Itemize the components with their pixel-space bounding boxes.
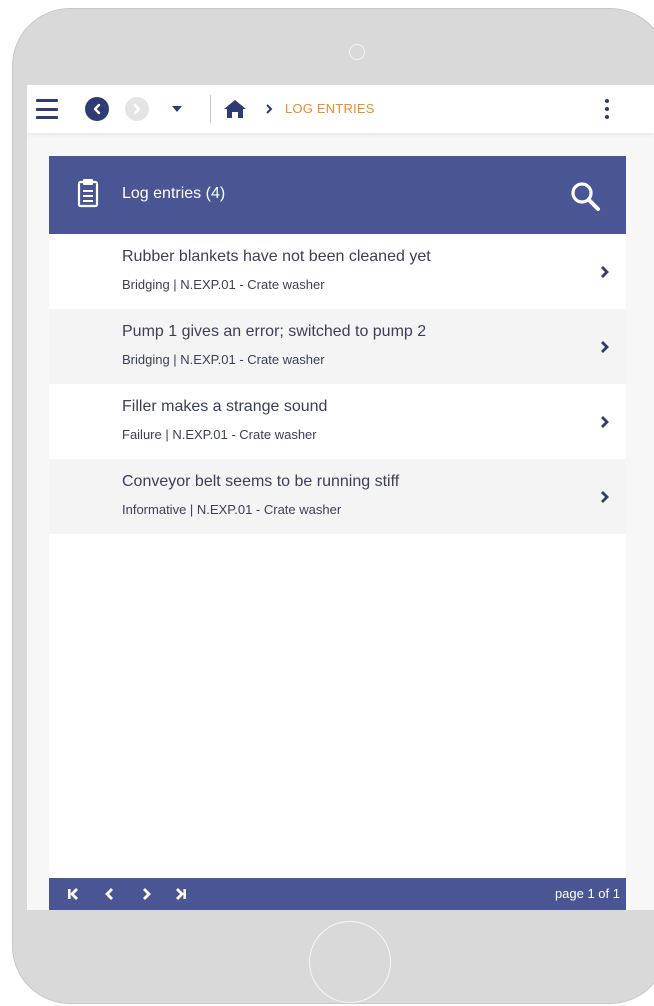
nav-forward-icon[interactable] [125,97,149,121]
log-entry-title: Conveyor belt seems to be running stiff [122,473,400,490]
chevron-right-icon [599,339,611,355]
hamburger-menu-icon[interactable] [35,99,59,119]
log-entry-row[interactable]: Conveyor belt seems to be running stiff … [49,459,626,534]
device-camera [349,44,365,60]
breadcrumb-chevron-right-icon [263,97,275,121]
clipboard-icon [77,178,99,208]
log-entry-subtitle: Bridging | N.EXP.01 - Crate washer [122,277,325,292]
caret-down-icon[interactable] [169,99,185,119]
panel-header: Log entries (4) [49,156,626,234]
nav-back-icon[interactable] [85,97,109,121]
home-icon[interactable] [222,96,248,122]
log-entry-title: Rubber blankets have not been cleaned ye… [122,248,431,265]
panel-title: Log entries (4) [122,185,226,202]
app-screen: LOG ENTRIES Log entries (4) Rubber blank… [27,85,654,910]
toolbar-divider [210,95,211,123]
page-indicator: page 1 of 1 [554,886,620,901]
search-icon[interactable] [569,180,601,212]
log-entry-row[interactable]: Pump 1 gives an error; switched to pump … [49,309,626,384]
log-entry-row[interactable]: Rubber blankets have not been cleaned ye… [49,234,626,309]
first-page-icon[interactable] [65,885,83,903]
log-entry-row[interactable]: Filler makes a strange sound Failure | N… [49,384,626,459]
last-page-icon[interactable] [171,885,189,903]
log-entry-title: Filler makes a strange sound [122,398,328,415]
log-entries-list: Rubber blankets have not been cleaned ye… [49,234,626,534]
log-entry-title: Pump 1 gives an error; switched to pump … [122,323,427,340]
log-entries-panel: Log entries (4) Rubber blankets have not… [49,156,626,910]
chevron-right-icon [599,414,611,430]
top-toolbar: LOG ENTRIES [27,85,654,133]
log-entry-subtitle: Failure | N.EXP.01 - Crate washer [122,427,317,442]
device-home-button[interactable] [309,921,391,1003]
pagination-bar: page 1 of 1 [49,878,626,910]
next-page-icon[interactable] [137,885,155,903]
chevron-right-icon [599,489,611,505]
log-entry-subtitle: Bridging | N.EXP.01 - Crate washer [122,352,325,367]
previous-page-icon[interactable] [101,885,119,903]
breadcrumb-current[interactable]: LOG ENTRIES [285,101,375,116]
kebab-menu-icon[interactable] [597,97,617,121]
log-entry-subtitle: Informative | N.EXP.01 - Crate washer [122,502,342,517]
chevron-right-icon [599,264,611,280]
